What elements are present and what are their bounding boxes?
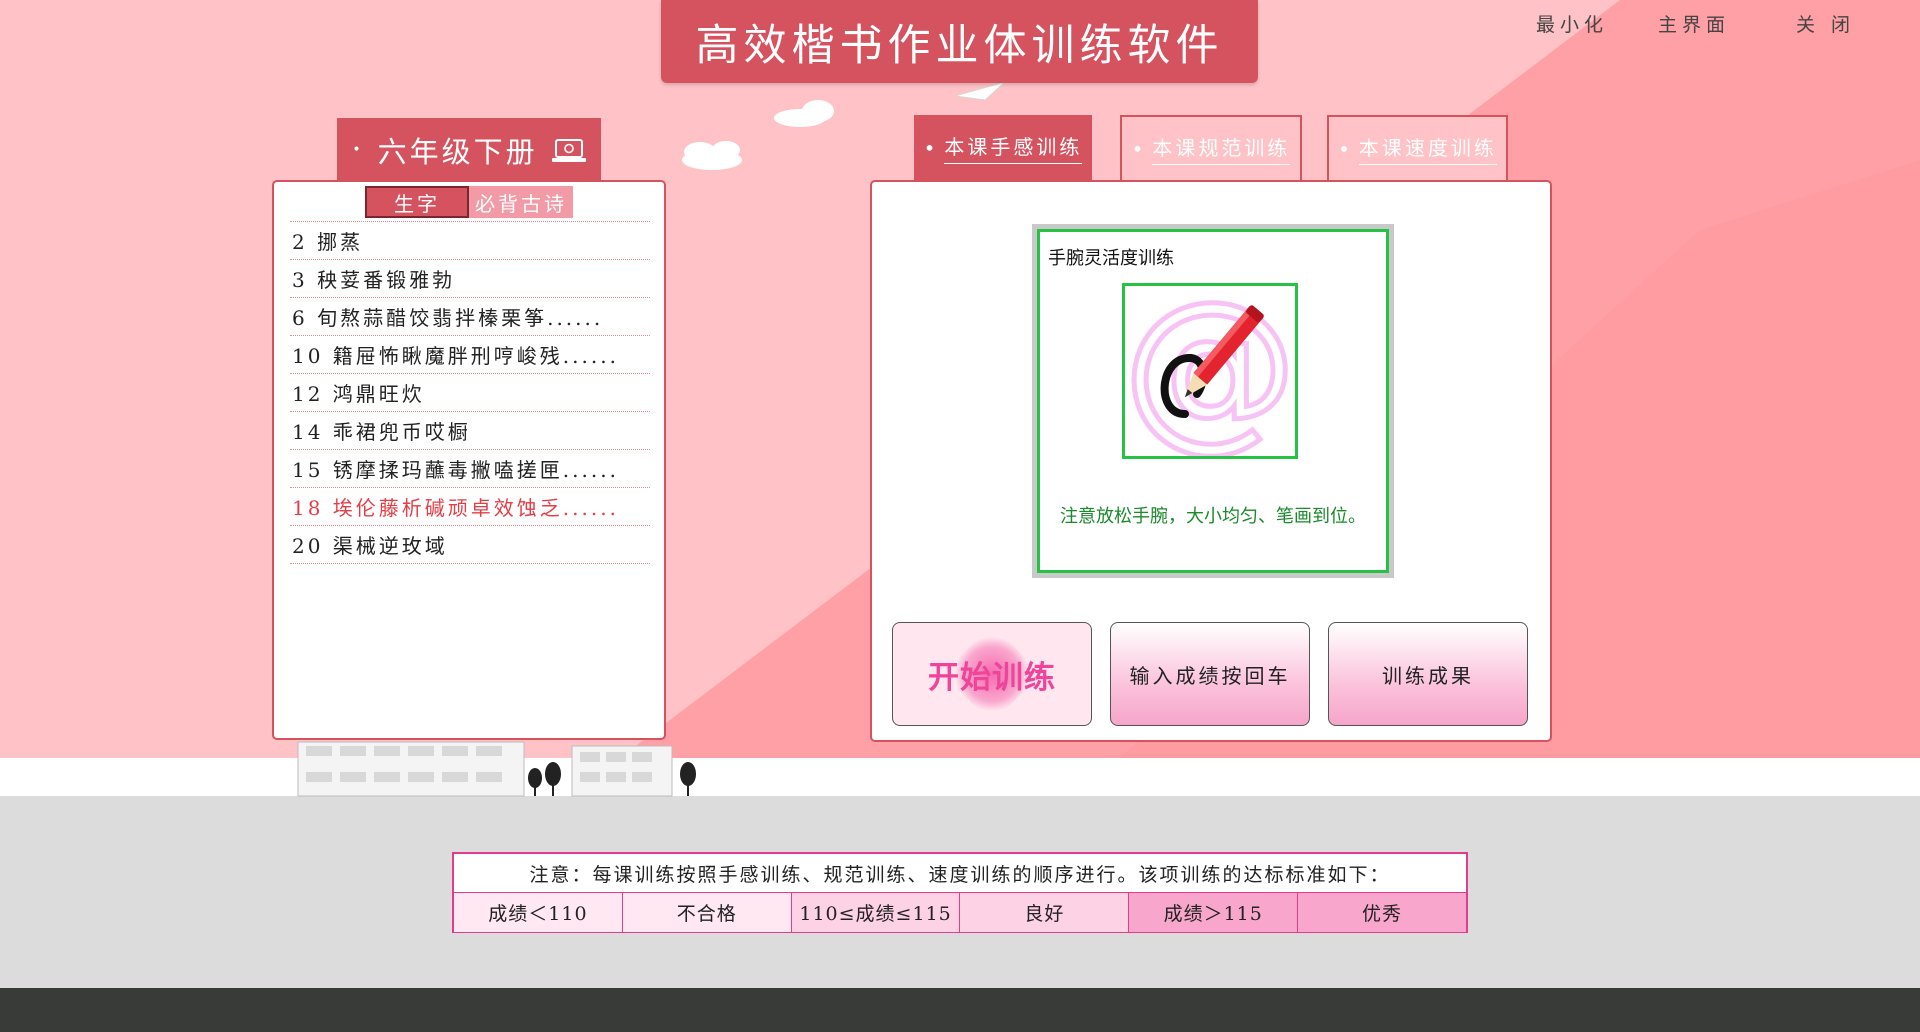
standard-cell: 优秀 [1298, 893, 1466, 932]
start-training-label: 开始训练 [928, 659, 1056, 696]
list-item[interactable]: 2 挪蒸 [290, 221, 650, 260]
tab-label: 本课手感训练 [944, 131, 1083, 164]
pencil-at-icon[interactable]: @ [1120, 263, 1300, 471]
standard-cell: 成绩＞115 [1129, 893, 1299, 932]
lesson-list: 2 挪蒸 3 秧荽番锻雅勃 6 旬熬蒜醋饺翡拌榛栗筝...... 10 籍屉怖瞅… [290, 221, 650, 564]
list-item[interactable]: 10 籍屉怖瞅魔胖刑哼峻残...... [290, 335, 650, 374]
enter-score-button[interactable]: 输入成绩按回车 [1110, 622, 1310, 726]
standard-cell: 110≤成绩≤115 [791, 893, 961, 932]
tab-feel-training[interactable]: • 本课手感训练 [914, 115, 1092, 180]
list-item[interactable]: 18 埃伦藤析碱顽卓效蚀乏...... [290, 487, 650, 526]
training-results-button[interactable]: 训练成果 [1328, 622, 1528, 726]
standards-row: 成绩＜110 不合格 110≤成绩≤115 良好 成绩＞115 优秀 [454, 893, 1466, 932]
list-item[interactable]: 14 乖裙兜币哎橱 [290, 411, 650, 450]
close-button[interactable]: 关 闭 [1796, 10, 1855, 37]
tab-characters[interactable]: 生字 [365, 186, 469, 218]
standard-cell: 成绩＜110 [454, 893, 623, 932]
tab-label: 本课规范训练 [1152, 132, 1291, 165]
tab-poems[interactable]: 必背古诗 [469, 186, 573, 218]
tab-standard-training[interactable]: • 本课规范训练 [1120, 115, 1302, 180]
grade-label: 六年级下册 [377, 135, 538, 169]
bullet-dot: • [923, 135, 939, 160]
lesson-sub-tabs: 生字 必背古诗 [365, 186, 573, 218]
bullet-dot: • [1131, 136, 1147, 161]
tab-speed-training[interactable]: • 本课速度训练 [1327, 115, 1508, 180]
standard-cell: 不合格 [622, 893, 792, 932]
list-item[interactable]: 15 锈摩揉玛蘸毒撇嗑搓匣...... [290, 449, 650, 488]
start-training-button[interactable]: 开始训练 [892, 622, 1092, 726]
bullet-dot: • [352, 142, 364, 158]
notice-header: 注意：每课训练按照手感训练、规范训练、速度训练的顺序进行。该项训练的达标标准如下… [454, 854, 1466, 893]
minimize-button[interactable]: 最小化 [1536, 10, 1608, 37]
laptop-icon [551, 137, 586, 163]
list-item[interactable]: 3 秧荽番锻雅勃 [290, 259, 650, 298]
training-card: 手腕灵活度训练 @ 注意放松手腕，大小均匀、笔画到位。 [1032, 224, 1394, 578]
list-item[interactable]: 6 旬熬蒜醋饺翡拌榛栗筝...... [290, 297, 650, 336]
bullet-dot: • [1338, 136, 1353, 161]
training-panel: 手腕灵活度训练 @ 注意放松手腕，大小均匀、笔画到位。 开始训练 输入成绩按回车… [870, 180, 1552, 742]
standards-notice: 注意：每课训练按照手感训练、规范训练、速度训练的顺序进行。该项训练的达标标准如下… [452, 852, 1468, 933]
training-hint: 注意放松手腕，大小均匀、笔画到位。 [1060, 506, 1366, 527]
standard-cell: 良好 [960, 893, 1130, 932]
tab-label: 本课速度训练 [1358, 132, 1497, 165]
training-title: 手腕灵活度训练 [1048, 248, 1174, 269]
app-title: 高效楷书作业体训练软件 [661, 0, 1258, 83]
main-menu-button[interactable]: 主界面 [1658, 10, 1730, 37]
list-item[interactable]: 20 渠械逆玫域 [290, 525, 650, 564]
grade-selector[interactable]: • 六年级下册 [337, 118, 601, 182]
list-item[interactable]: 12 鸿鼎旺炊 [290, 373, 650, 412]
lesson-panel: 生字 必背古诗 2 挪蒸 3 秧荽番锻雅勃 6 旬熬蒜醋饺翡拌榛栗筝......… [272, 180, 666, 740]
